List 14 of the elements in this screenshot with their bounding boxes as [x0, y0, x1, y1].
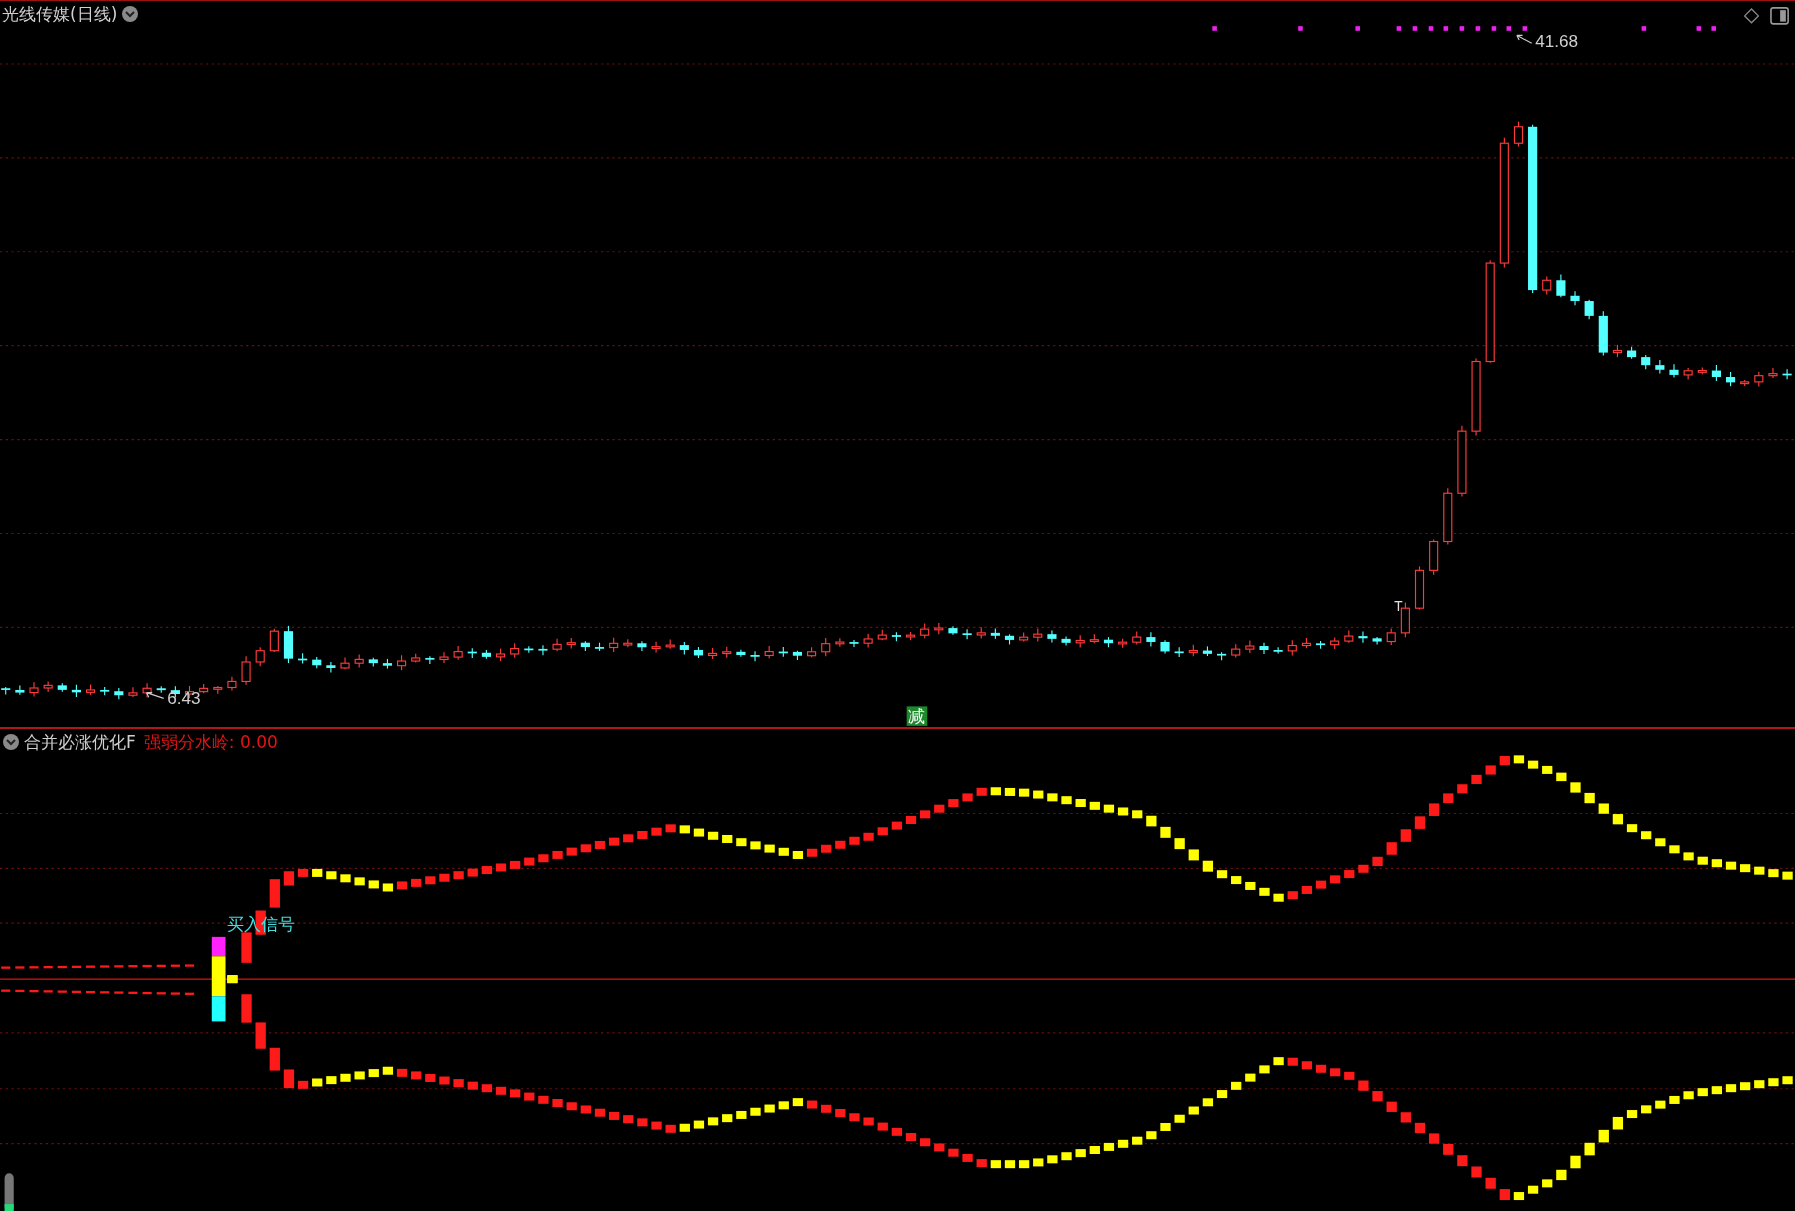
panel-toggle-icon[interactable] [1770, 7, 1789, 25]
scroll-handle[interactable] [4, 1173, 14, 1211]
price-label: 41.68 [1535, 30, 1579, 51]
price-label: 6.43 [167, 688, 201, 709]
badge: 减 [906, 706, 928, 727]
dropdown-icon[interactable] [2, 733, 20, 751]
leader-line [145, 692, 165, 699]
indicator-reading: 强弱分水岭: 0.00 [143, 731, 278, 753]
leader-line [1516, 34, 1533, 44]
dropdown-icon[interactable] [121, 5, 140, 23]
indicator-title: 合并必涨优化F [24, 731, 136, 753]
chart-title: 光线传媒(日线) [2, 3, 118, 25]
marker-label: T [1394, 599, 1403, 615]
diamond-icon[interactable] [1743, 8, 1760, 24]
